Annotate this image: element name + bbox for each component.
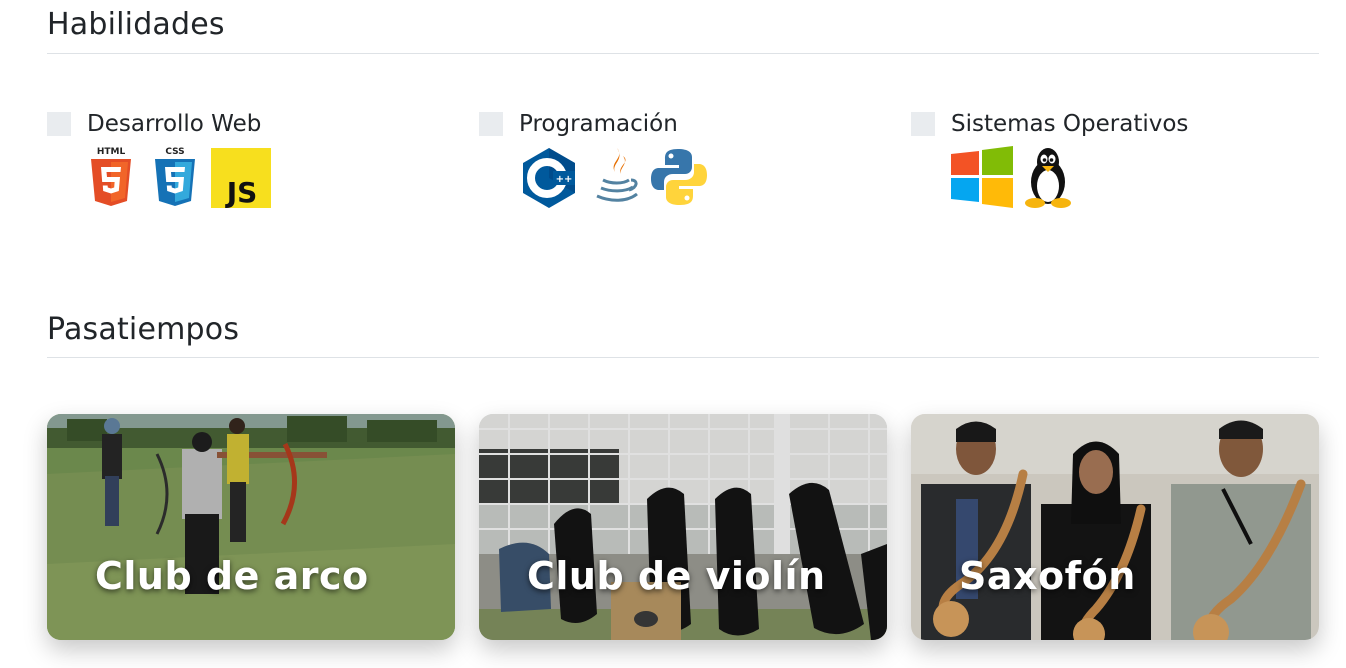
hobby-card-title: Saxofón (959, 554, 1136, 598)
skill-group-programming: Programación ++ (479, 110, 707, 208)
bullet-square (479, 112, 503, 136)
skills-section-title: Habilidades (47, 7, 225, 42)
hobby-card-saxophone[interactable]: Saxofón (911, 414, 1319, 640)
cplusplus-icon: ++ (523, 148, 575, 208)
hobby-card-title: Club de violín (527, 554, 826, 598)
svg-text:CSS: CSS (165, 147, 184, 157)
bullet-square (911, 112, 935, 136)
javascript-icon: JS (211, 148, 271, 208)
skill-group-label: Programación (519, 111, 678, 137)
skill-group-web: Desarrollo Web HTML CSS JS (47, 110, 271, 208)
skills-divider (47, 53, 1319, 54)
svg-text:HTML: HTML (97, 147, 126, 157)
linux-tux-icon (1025, 148, 1071, 208)
python-icon (651, 149, 707, 205)
archery-photo (47, 414, 455, 640)
bullet-square (47, 112, 71, 136)
skill-group-label: Sistemas Operativos (951, 111, 1189, 137)
hobbies-section-title: Pasatiempos (47, 312, 240, 347)
saxophone-photo (911, 414, 1319, 640)
hobbies-divider (47, 357, 1319, 358)
hobby-card-violin[interactable]: Club de violín (479, 414, 887, 640)
violin-cases-photo (479, 414, 887, 640)
windows-icon (951, 146, 1013, 208)
css3-icon: CSS (155, 147, 195, 206)
java-icon (596, 148, 638, 202)
hobby-card-archery[interactable]: Club de arco (47, 414, 455, 640)
svg-text:++: ++ (556, 174, 573, 185)
skill-group-label: Desarrollo Web (87, 111, 262, 137)
svg-text:JS: JS (225, 176, 258, 208)
hobby-card-title: Club de arco (95, 554, 369, 598)
skill-group-os: Sistemas Operativos (911, 110, 1189, 208)
html5-icon: HTML (91, 147, 131, 206)
